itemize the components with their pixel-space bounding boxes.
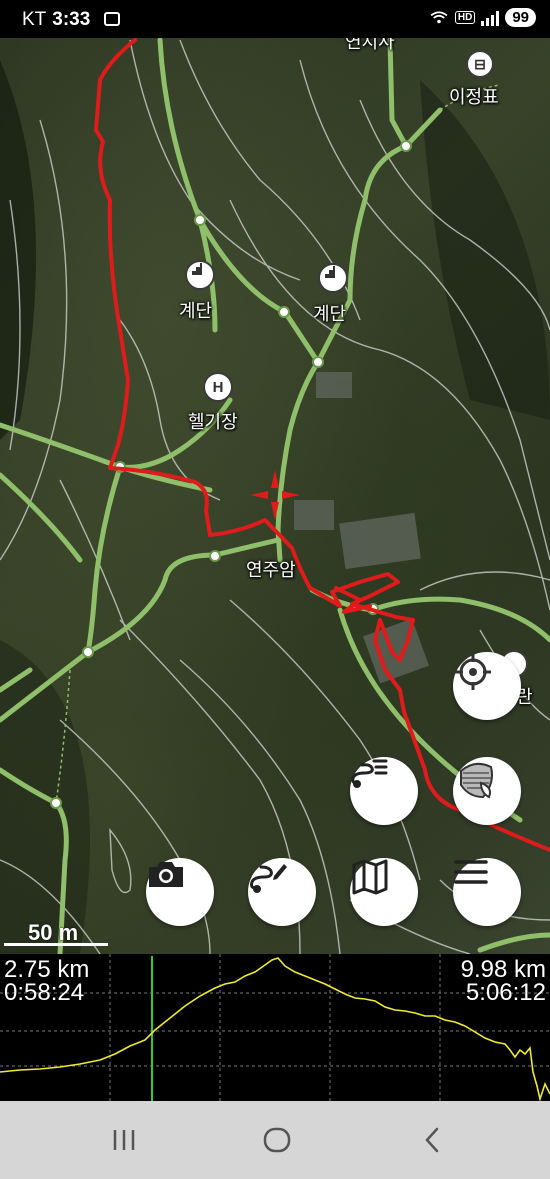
map-label-temple: 연주암 — [246, 560, 296, 580]
map-icon — [352, 859, 388, 895]
crosshair-icon — [455, 654, 491, 690]
recents-button[interactable] — [104, 1123, 144, 1157]
screen-capture-icon — [104, 12, 120, 26]
stairs-icon-right[interactable] — [318, 263, 348, 293]
map-button[interactable] — [350, 858, 418, 926]
route-list-icon — [351, 759, 388, 788]
status-bar: KT 3:33 HD 99 — [0, 0, 550, 38]
helipad-icon[interactable]: H — [203, 372, 233, 402]
draw-route-button[interactable] — [248, 858, 316, 926]
map-label-road: 연지사 — [345, 38, 395, 52]
layers-button[interactable] — [453, 757, 521, 825]
map-scale: 50 m — [4, 920, 110, 946]
locate-button[interactable] — [453, 652, 521, 720]
camera-icon — [149, 862, 183, 887]
map-label-stairs-right: 계단 — [313, 304, 347, 324]
back-button[interactable] — [412, 1123, 452, 1157]
elevation-profile[interactable]: 2.75 km 0:58:24 9.98 km 5:06:12 — [0, 954, 550, 1101]
battery-indicator: 99 — [505, 8, 536, 27]
back-icon — [425, 1127, 439, 1153]
map-view[interactable]: 연지사 ⊟ 이정표 계단 계단 H 헬기장 연주암 란 50 m — [0, 38, 550, 954]
map-label-signpost: 이정표 — [449, 87, 499, 107]
map-label-stairs-left: 계단 — [179, 301, 213, 321]
stairs-icon-left[interactable] — [185, 260, 215, 290]
layers-icon — [460, 762, 493, 799]
recents-icon — [113, 1130, 135, 1150]
status-icons: HD 99 — [429, 8, 536, 27]
menu-button[interactable] — [453, 858, 521, 926]
center-crosshair — [250, 470, 300, 520]
signpost-icon[interactable]: ⊟ — [466, 50, 494, 78]
scale-bar — [4, 943, 108, 946]
clock: 3:33 — [52, 9, 91, 30]
system-nav-bar — [0, 1101, 550, 1179]
current-time: 0:58:24 — [4, 979, 85, 1006]
home-button[interactable] — [257, 1123, 297, 1157]
menu-icon — [454, 860, 488, 884]
home-icon — [263, 1127, 291, 1153]
map-label-helipad: 헬기장 — [188, 412, 238, 432]
total-time: 5:06:12 — [465, 979, 546, 1006]
hd-voice-icon: HD — [454, 11, 476, 24]
route-list-button[interactable] — [350, 757, 418, 825]
carrier-time: KT 3:33 — [22, 9, 90, 31]
signal-icon — [481, 10, 500, 26]
wifi-icon — [430, 10, 448, 23]
carrier-label: KT — [22, 9, 47, 30]
camera-button[interactable] — [146, 858, 214, 926]
draw-route-icon — [250, 864, 287, 893]
